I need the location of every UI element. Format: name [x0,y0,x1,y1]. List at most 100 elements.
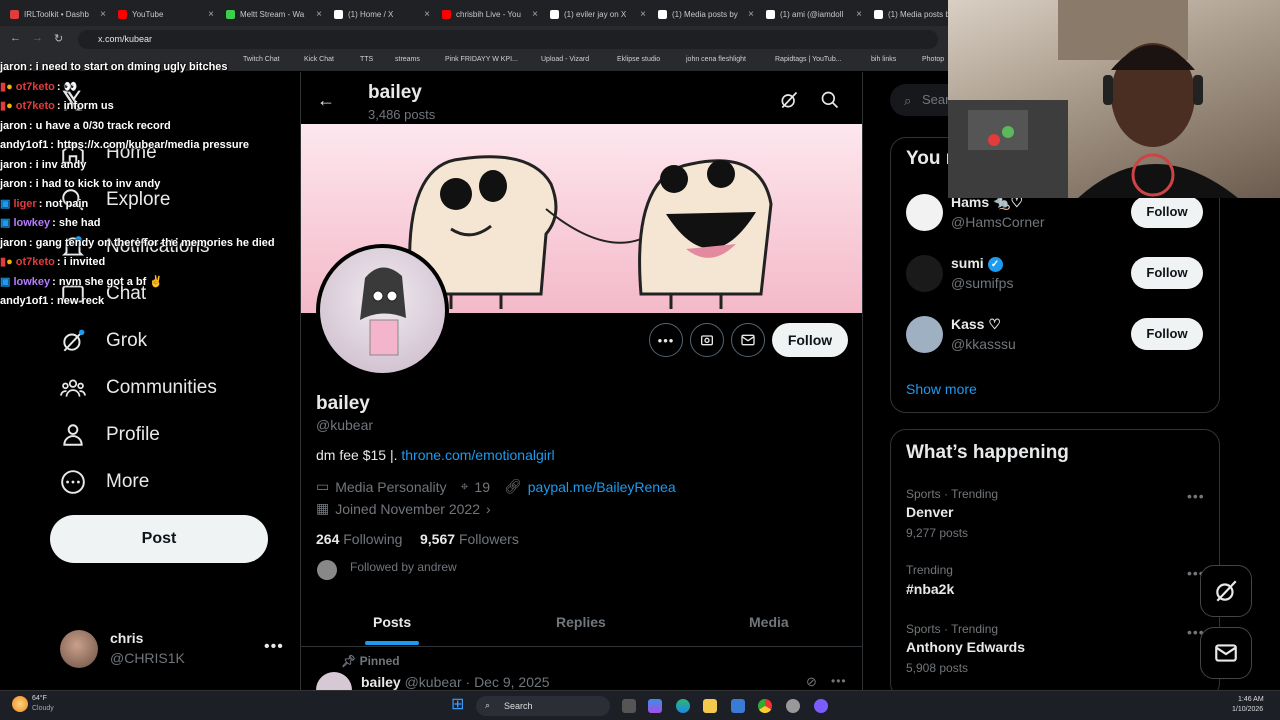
follow-button[interactable]: Follow [1131,257,1203,289]
show-more-link[interactable]: Show more [906,381,977,397]
bio-link[interactable]: throne.com/emotionalgirl [401,447,554,463]
chat-message: ▣ lowkey: she had [0,217,101,229]
suggested-name[interactable]: Kass ♡ [951,316,1001,333]
more-dots-icon[interactable]: ••• [831,674,847,688]
back-arrow-icon[interactable]: ← [10,32,21,44]
chat-message: jaron: i inv andy [0,158,87,171]
suggested-name[interactable]: sumi ✓ [951,255,1003,272]
more-dots-icon[interactable]: ••• [264,638,284,656]
search-icon: ⌕ [904,93,912,108]
close-icon[interactable]: × [208,9,214,20]
chat-message: jaron: i had to kick to inv andy [0,178,161,190]
close-icon[interactable]: × [640,9,646,20]
url-input[interactable]: x.com/kubear [78,30,938,49]
browser-tab[interactable]: chrisbih Live - You × [436,3,544,25]
avatar[interactable] [60,630,98,668]
bookmark-item[interactable]: streams [395,56,420,63]
post-button[interactable]: Post [50,515,268,563]
communities-icon [60,379,86,397]
messages-float-button[interactable] [1200,627,1252,679]
more-circle-icon [61,470,85,494]
bookmark-item[interactable]: TTS [360,56,373,63]
message-button[interactable] [731,323,765,357]
profile-category: Media Personality [335,478,447,495]
nav-profile[interactable]: Profile [60,422,160,448]
chrome-icon[interactable] [758,699,772,713]
follow-button[interactable]: Follow [772,323,848,357]
grok-icon[interactable]: ⊘ [806,674,817,690]
taskbar-search[interactable]: Search [476,696,610,716]
close-icon[interactable]: × [100,9,106,20]
webcam-figure [948,0,1238,198]
copilot-icon[interactable] [648,699,662,713]
chat-message: jaron: gang tendy on there for the memor… [0,236,275,249]
profile-location: 19 [474,478,490,495]
windows-start-icon[interactable]: ⊞ [451,697,464,713]
bookmark-item[interactable]: Photop [922,56,944,63]
avatar[interactable] [906,316,943,353]
trend-title[interactable]: #nba2k [906,581,954,597]
browser-tab[interactable]: YouTube × [112,3,220,25]
bookmark-item[interactable]: bih links [871,56,896,63]
browser-tab[interactable]: IRLToolkit • Dashb × [4,3,112,25]
browser-tab[interactable]: Meltt Stream - Wa × [220,3,328,25]
x-logo-icon [334,9,343,19]
edge-icon[interactable] [676,699,690,713]
follow-button[interactable]: Follow [1131,196,1203,228]
more-options-button[interactable]: ••• [649,323,683,357]
bookmark-item[interactable]: Upload - Vizard [541,56,589,63]
weather-temp[interactable]: 64°F [32,695,47,702]
avatar-artwork [360,267,406,356]
forward-arrow-icon[interactable]: → [32,32,43,44]
reload-icon[interactable]: ↻ [54,32,63,45]
obs-icon[interactable] [786,699,800,713]
task-view-icon[interactable] [622,699,636,713]
pinned-avatar[interactable] [316,672,352,690]
close-icon[interactable]: × [316,9,322,20]
back-arrow-icon[interactable]: ← [317,90,335,111]
clock-time[interactable]: 1:46 AM [1238,696,1264,703]
trend-title[interactable]: Denver [906,504,953,520]
grok-float-button[interactable] [1200,565,1252,617]
browser-tab[interactable]: (1) ami (@iamdoll × [760,3,868,25]
file-explorer-icon[interactable] [703,699,717,713]
bookmark-item[interactable]: Eklipse studio [617,56,660,63]
close-icon[interactable]: × [532,9,538,20]
tab-media[interactable]: Media [749,614,789,630]
search-icon[interactable] [820,90,840,110]
tab-posts[interactable]: Posts [373,614,411,630]
profile-joined-row[interactable]: ▦ Joined November 2022 › [316,500,491,517]
nav-communities[interactable]: Communities [60,375,217,401]
bookmark-item[interactable]: Kick Chat [304,56,334,63]
discord-icon[interactable] [814,699,828,713]
close-icon[interactable]: × [748,9,754,20]
following-link[interactable]: 264 Following [316,531,402,547]
avatar[interactable] [906,255,943,292]
bookmark-item[interactable]: Pink FRIDAYY W KPI... [445,56,518,63]
grok-icon[interactable] [779,90,799,110]
browser-tab[interactable]: (1) Media posts by × [652,3,760,25]
chat-message: ▮● ot7keto: inform us [0,100,114,112]
profile-avatar[interactable] [316,244,449,377]
close-icon[interactable]: × [424,9,430,20]
tab-favicon-icon [226,9,235,19]
nav-more[interactable]: More [60,469,149,495]
followers-link[interactable]: 9,567 Followers [420,531,519,547]
browser-tab[interactable]: (1) Media posts by [868,3,948,25]
avatar[interactable] [906,194,943,231]
tab-replies[interactable]: Replies [556,614,606,630]
profile-bio: dm fee $15 |. throne.com/emotionalgirl [316,447,555,463]
grok-analyze-button[interactable] [690,323,724,357]
browser-tab[interactable]: (1) eviler jay on X × [544,3,652,25]
profile-website[interactable]: paypal.me/BaileyRenea [528,479,676,495]
close-icon[interactable]: × [856,9,862,20]
more-dots-icon[interactable]: ••• [1187,488,1205,504]
followed-by[interactable]: Followed by andrew [350,560,457,574]
trend-title[interactable]: Anthony Edwards [906,639,1025,655]
follow-button[interactable]: Follow [1131,318,1203,350]
browser-tab[interactable]: (1) Home / X × [328,3,436,25]
store-icon[interactable] [731,699,745,713]
bookmark-item[interactable]: Rapidtags | YouTub... [775,56,842,63]
nav-grok[interactable]: Grok [60,328,147,354]
bookmark-item[interactable]: john cena fleshlight [686,56,746,63]
